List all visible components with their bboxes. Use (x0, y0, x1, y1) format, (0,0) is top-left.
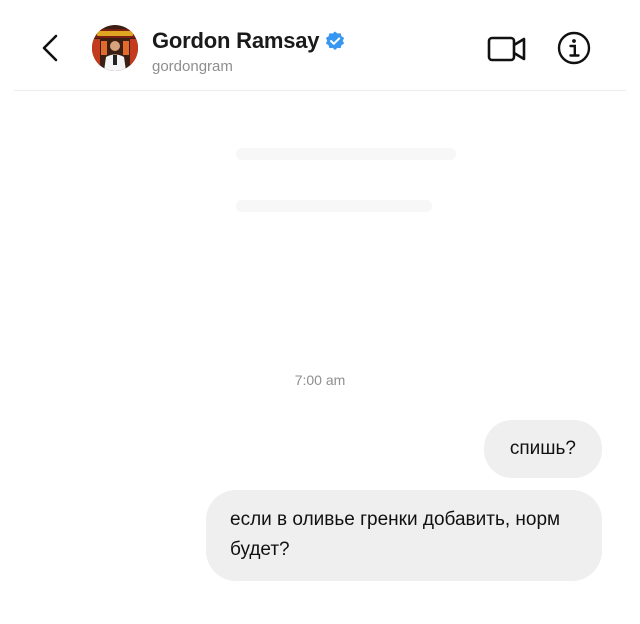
info-icon (557, 31, 591, 65)
faded-artifact (236, 200, 432, 212)
video-call-icon (487, 36, 526, 62)
message-bubble[interactable]: если в оливье гренки добавить, норм буде… (206, 490, 602, 581)
profile-info[interactable]: Gordon Ramsay gordongram (152, 28, 345, 75)
chevron-left-icon (42, 34, 58, 62)
header-divider (14, 90, 626, 91)
message-timestamp: 7:00 am (294, 372, 346, 388)
back-button[interactable] (30, 28, 70, 68)
profile-name: Gordon Ramsay (152, 28, 320, 53)
profile-photo (92, 25, 138, 71)
profile-handle: gordongram (152, 58, 233, 75)
chat-header: Gordon Ramsay gordongram (0, 0, 640, 92)
avatar[interactable] (92, 25, 138, 71)
faded-artifact (236, 148, 456, 160)
message-bubble[interactable]: спишь? (483, 420, 602, 478)
video-call-button[interactable] (486, 33, 528, 65)
info-button[interactable] (556, 30, 592, 66)
verified-badge-icon (326, 31, 345, 50)
